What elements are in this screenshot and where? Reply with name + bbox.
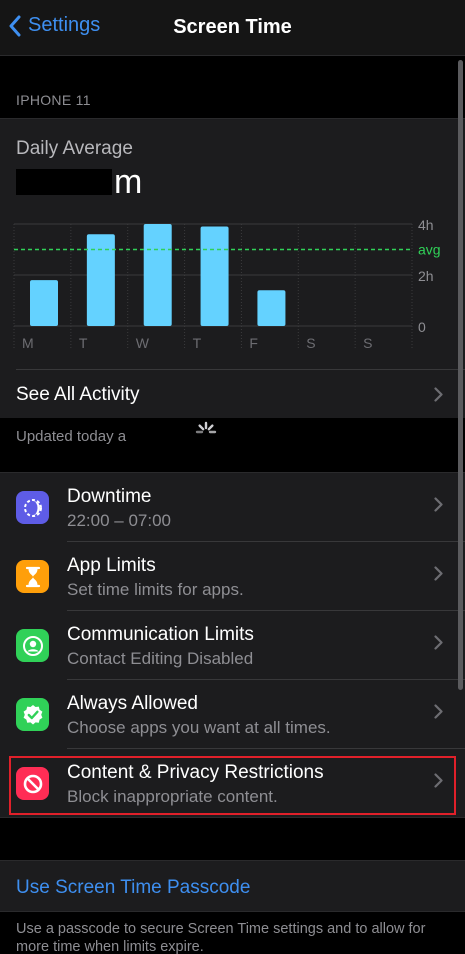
- redacted-value: [16, 169, 112, 195]
- contact-icon: [16, 629, 49, 662]
- page-title: Screen Time: [173, 16, 292, 38]
- y-tick-label: 0: [418, 319, 426, 335]
- usage-bar: [257, 290, 286, 326]
- chevron-right-icon: [434, 497, 443, 512]
- usage-summary-card: Daily Average m 4h 2h 0 M T W T F S Savg See All …: [0, 118, 465, 418]
- scrollbar[interactable]: [458, 60, 463, 690]
- chevron-right-icon: [434, 635, 443, 650]
- downtime-subtitle: 22:00 – 07:00: [67, 511, 171, 530]
- usage-bar: [200, 226, 229, 326]
- communication-limits-subtitle: Contact Editing Disabled: [67, 649, 254, 668]
- navigation-bar: Settings Screen Time: [0, 0, 465, 56]
- usage-bar: [30, 280, 58, 326]
- downtime-title: Downtime: [67, 486, 152, 507]
- x-tick-label: S: [306, 335, 315, 351]
- x-tick-label: S: [363, 335, 372, 351]
- chevron-right-icon: [434, 704, 443, 719]
- checkmark-badge-icon: [16, 698, 49, 731]
- y-tick-label: 2h: [418, 268, 434, 284]
- see-all-activity-row[interactable]: See All Activity: [0, 369, 465, 419]
- y-tick-label: 4h: [418, 217, 434, 233]
- chevron-right-icon: [434, 566, 443, 581]
- highlight-box: [9, 756, 456, 815]
- usage-bar: [86, 234, 115, 326]
- x-tick-label: M: [22, 335, 34, 351]
- x-tick-label: T: [79, 335, 88, 351]
- updated-timestamp: Updated today a: [16, 428, 127, 445]
- always-allowed-subtitle: Choose apps you want at all times.: [67, 718, 331, 737]
- passcode-footer-text: Use a passcode to secure Screen Time set…: [16, 921, 426, 954]
- app-limits-subtitle: Set time limits for apps.: [67, 580, 244, 599]
- x-tick-label: F: [249, 335, 258, 351]
- chevron-right-icon: [434, 387, 443, 402]
- average-label: avg: [418, 242, 441, 258]
- device-header: IPHONE 11: [16, 92, 91, 108]
- downtime-row[interactable]: Downtime 22:00 – 07:00: [0, 473, 465, 542]
- app-limits-row[interactable]: App Limits Set time limits for apps.: [0, 542, 465, 611]
- downtime-icon: [16, 491, 49, 524]
- usage-bar-chart: 4h 2h 0 M T W T F S Savg: [13, 217, 441, 351]
- loading-spinner-icon: [195, 421, 217, 434]
- use-screen-time-passcode-link[interactable]: Use Screen Time Passcode: [16, 877, 250, 899]
- communication-limits-row[interactable]: Communication Limits Contact Editing Dis…: [0, 611, 465, 680]
- hourglass-icon: [16, 560, 49, 593]
- daily-average-label: Daily Average: [16, 138, 133, 159]
- daily-average-value: m: [16, 163, 142, 202]
- app-limits-title: App Limits: [67, 555, 156, 576]
- always-allowed-row[interactable]: Always Allowed Choose apps you want at a…: [0, 680, 465, 749]
- always-allowed-title: Always Allowed: [67, 693, 198, 714]
- daily-average-suffix: m: [114, 163, 143, 201]
- communication-limits-title: Communication Limits: [67, 624, 254, 645]
- passcode-card: Use Screen Time Passcode: [0, 860, 465, 912]
- x-tick-label: T: [193, 335, 202, 351]
- see-all-activity-label[interactable]: See All Activity: [16, 384, 140, 406]
- x-tick-label: W: [136, 335, 150, 351]
- usage-bar: [143, 224, 172, 326]
